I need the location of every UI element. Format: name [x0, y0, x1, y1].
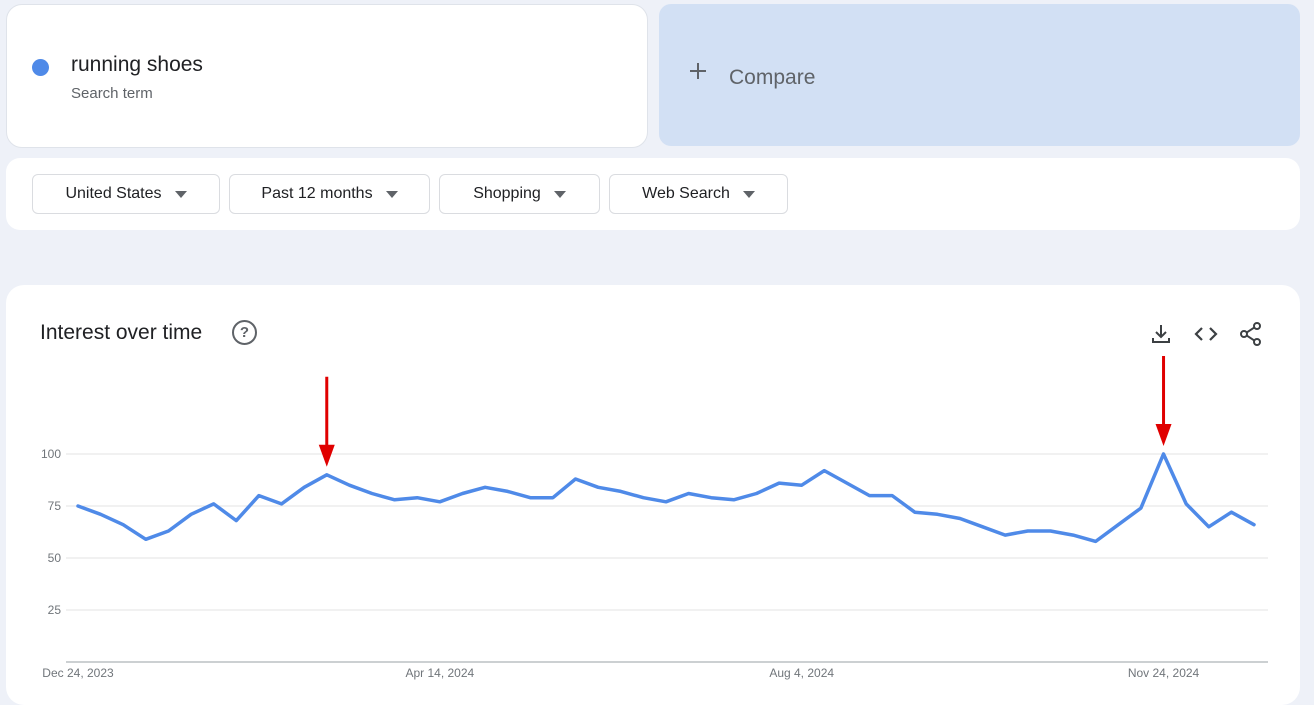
x-tick-label: Aug 4, 2024 [769, 666, 834, 680]
annotation-arrow [1155, 356, 1172, 446]
y-tick-label: 50 [48, 551, 62, 565]
y-tick-label: 75 [48, 499, 62, 513]
y-tick-label: 100 [41, 447, 61, 461]
x-tick-label: Nov 24, 2024 [1128, 666, 1200, 680]
annotation-arrow [318, 376, 335, 467]
x-tick-label: Apr 14, 2024 [405, 666, 474, 680]
y-tick-label: 25 [48, 603, 62, 617]
x-tick-label: Dec 24, 2023 [42, 666, 114, 680]
series-line-running-shoes[interactable] [76, 452, 1256, 544]
interest-line-chart: 25 50 75 100 Dec 24, 2023 Apr 14, 2024 Aug 4, … [41, 356, 1268, 680]
